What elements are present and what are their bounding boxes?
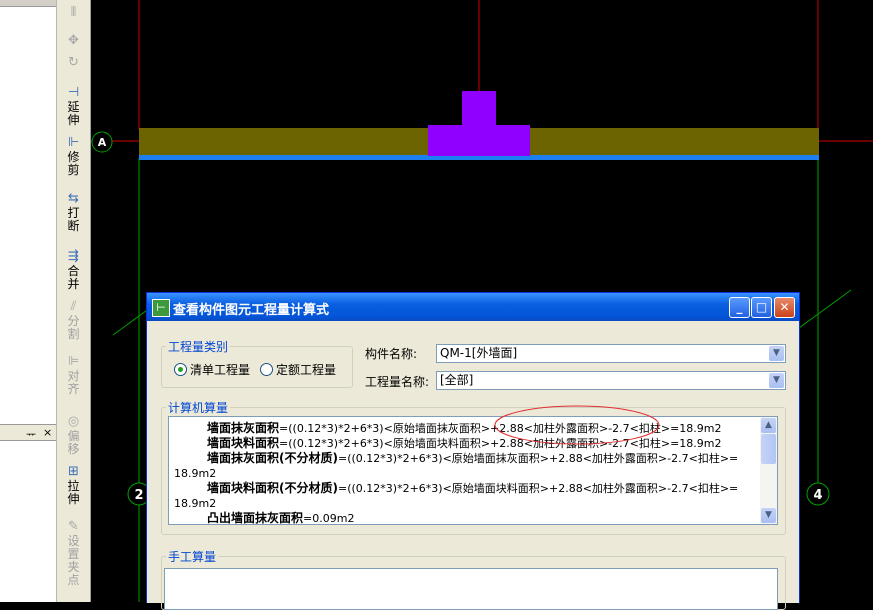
computed-formula-textbox[interactable]: 墙面抹灰面积 =((0.12*3)*2+6*3)<原始墙面抹灰面积>+2.88<加… [168, 416, 778, 525]
dock-titlebar: ᅲ × [0, 424, 56, 441]
scrollbar-thumb[interactable] [761, 434, 776, 464]
formula-text: 墙面抹灰面积 =((0.12*3)*2+6*3)<原始墙面抹灰面积>+2.88<加… [174, 421, 757, 525]
component-name-select[interactable]: QM-1[外墙面] ▼ [436, 344, 786, 363]
chevron-down-icon[interactable]: ▼ [769, 346, 784, 361]
axis-label-2: 2 [134, 488, 143, 503]
break-label: 打断 [67, 206, 80, 233]
component-name-value: QM-1[外墙面] [440, 346, 518, 360]
formula-line: 墙面抹灰面积(不分材质)=((0.12*3)*2+6*3)<原始墙面抹灰面积>+… [174, 451, 757, 466]
close-button[interactable]: ✕ [774, 297, 795, 318]
chevron-up-icon[interactable]: ▲ [761, 418, 776, 433]
pin-icon[interactable]: ᅲ [26, 426, 36, 442]
column-top[interactable] [462, 91, 496, 126]
manual-quantity-textbox[interactable] [164, 568, 778, 610]
merge-label: 合并 [67, 264, 80, 291]
align-icon: ⊫ [67, 354, 80, 369]
toolbar-rotate-button[interactable]: ↻ [57, 56, 90, 70]
formula-item-name: 墙面抹灰面积 [207, 421, 280, 435]
formula-line: 墙面块料面积(不分材质)=((0.12*3)*2+6*3)<原始墙面块料面积>+… [174, 481, 757, 496]
formula-expression: =0.09m2 [303, 512, 355, 525]
break-icon: ⇆ [68, 191, 79, 206]
rotate-icon: ↻ [68, 55, 79, 70]
toolbar-extend-button[interactable]: ⊣ 延伸 [57, 86, 90, 127]
radio-checked-icon [174, 363, 187, 376]
toolbar-stretch-button[interactable]: ⊞ 拉伸 [57, 465, 90, 506]
formula-item-name: 凸出墙面抹灰面积 [207, 511, 304, 525]
manual-quantity-legend: 手工算量 [168, 550, 217, 564]
minimize-icon: _ [736, 300, 743, 314]
set-insertion-point-label: 设置夹点 [67, 534, 80, 587]
offset-label: 偏移 [67, 429, 80, 456]
chevron-down-icon[interactable]: ▼ [761, 508, 776, 523]
quantity-name-value: [全部] [440, 373, 474, 387]
annotation-ellipse [494, 405, 660, 445]
dialog-title: 查看构件图元工程量计算式 [173, 303, 330, 318]
minimize-button[interactable]: _ [729, 297, 750, 318]
formula-line-continued: 18.9m2 [174, 467, 217, 480]
mirror-icon: ⫴ [70, 5, 77, 20]
radio-quota-quantity[interactable]: 定额工程量 [260, 361, 336, 378]
close-icon: ✕ [779, 300, 790, 314]
axis-label-a: A [98, 136, 107, 149]
toolbar-align-button[interactable]: ⊫ 对齐 [57, 355, 90, 396]
axis-label-4: 4 [813, 488, 822, 503]
dialog-titlebar[interactable]: ⊢ 查看构件图元工程量计算式 _ □ ✕ [147, 293, 799, 321]
toolbar-trim-button[interactable]: ⊩ 修剪 [57, 136, 90, 177]
close-icon[interactable]: × [43, 426, 52, 439]
formula-item-name: 墙面块料面积(不分材质) [207, 481, 338, 495]
trim-label: 修剪 [67, 150, 80, 177]
modify-toolbar: ⫴ ✥ ↻ ⊣ 延伸 ⊩ 修剪 ⇆ 打断 ⇶ 合并 ⫽ 分割 ⊫ 对齐 ◎ 偏移 ⊞ 拉伸 ✎ 设… [57, 0, 91, 602]
diagonal-green-right [798, 289, 852, 329]
stretch-label: 拉伸 [67, 479, 80, 506]
quantity-name-select[interactable]: [全部] ▼ [436, 371, 786, 390]
formula-line: 墙面块料面积=((0.12*3)*2+6*3)<原始墙面块料面积>+2.88<加… [174, 436, 757, 451]
offset-icon: ◎ [67, 414, 80, 429]
set-insertion-point-icon: ✎ [68, 519, 79, 534]
app-icon: ⊢ [152, 299, 170, 317]
radio-quota-quantity-label: 定额工程量 [276, 363, 337, 377]
chevron-down-icon[interactable]: ▼ [769, 373, 784, 388]
toolbar-mirror-button[interactable]: ⫴ [57, 6, 90, 20]
radio-bill-quantity-label: 清单工程量 [190, 363, 251, 377]
formula-line: 墙面抹灰面积=((0.12*3)*2+6*3)<原始墙面抹灰面积>+2.88<加… [174, 421, 757, 436]
toolbar-merge-button[interactable]: ⇶ 合并 [57, 250, 90, 291]
formula-line-continued: 18.9m2 [174, 497, 217, 510]
quantity-name-label: 工程量名称: [365, 375, 430, 389]
quantity-type-legend: 工程量类别 [168, 340, 229, 354]
toolbar-split-button[interactable]: ⫽ 分割 [57, 300, 90, 341]
component-name-label: 构件名称: [365, 347, 418, 361]
left-panel: ᅲ × [0, 0, 57, 602]
list-header [0, 0, 56, 7]
toolbar-set-insertion-point-button[interactable]: ✎ 设置夹点 [57, 520, 90, 587]
formula-expression: =((0.12*3)*2+6*3)<原始墙面抹灰面积>+2.88<加柱外露面积>… [337, 452, 739, 465]
formula-item-name: 墙面抹灰面积(不分材质) [207, 451, 338, 465]
radio-bill-quantity[interactable]: 清单工程量 [174, 361, 250, 378]
merge-icon: ⇶ [68, 249, 79, 264]
toolbar-move-button[interactable]: ✥ [57, 34, 90, 48]
stretch-icon: ⊞ [68, 464, 79, 479]
toolbar-break-button[interactable]: ⇆ 打断 [57, 192, 90, 233]
formula-line: 凸出墙面抹灰面积=0.09m2 [174, 511, 757, 525]
column-base[interactable] [428, 125, 530, 156]
formula-expression: =((0.12*3)*2+6*3)<原始墙面块料面积>+2.88<加柱外露面积>… [337, 482, 739, 495]
quantity-formula-dialog: ⊢ 查看构件图元工程量计算式 _ □ ✕ 工程量类别 清单工程量 定额工程量 构… [146, 292, 800, 610]
trim-icon: ⊩ [67, 135, 80, 150]
move-icon: ✥ [68, 33, 79, 48]
split-icon: ⫽ [70, 299, 77, 314]
computed-quantity-legend: 计算机算量 [168, 401, 229, 415]
formula-item-name: 墙面块料面积 [207, 436, 280, 450]
extend-icon: ⊣ [67, 85, 80, 100]
align-label: 对齐 [67, 369, 80, 396]
maximize-icon: □ [755, 300, 768, 314]
extend-label: 延伸 [67, 100, 80, 127]
formula-scrollbar[interactable]: ▲ ▼ [760, 417, 777, 524]
toolbar-offset-button[interactable]: ◎ 偏移 [57, 415, 90, 456]
maximize-button[interactable]: □ [751, 297, 772, 318]
split-label: 分割 [67, 314, 80, 341]
radio-unchecked-icon [260, 363, 273, 376]
